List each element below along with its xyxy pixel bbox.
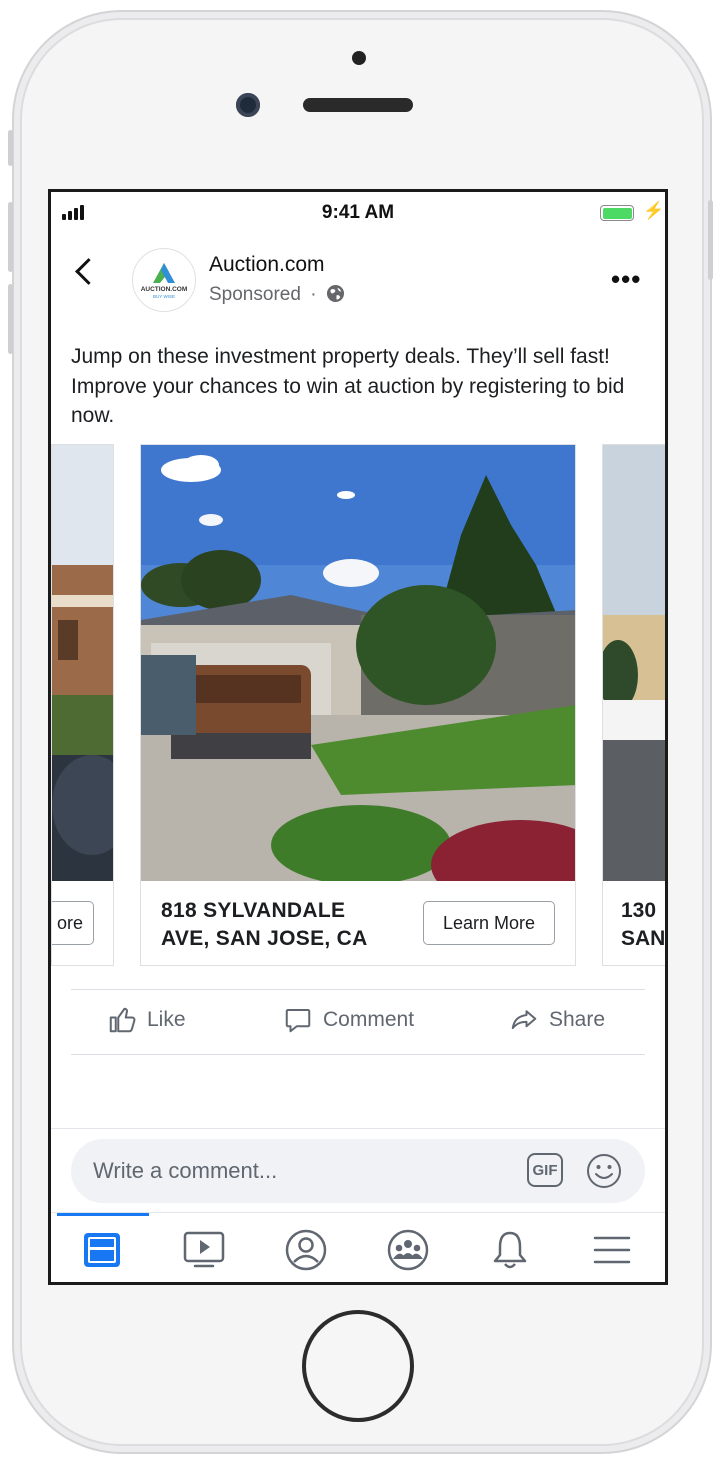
separator: ·	[310, 284, 317, 305]
comment-button[interactable]: Comment	[283, 1000, 414, 1040]
comment-placeholder: Write a comment...	[93, 1158, 278, 1183]
comment-bar: Write a comment... GIF	[51, 1128, 665, 1213]
share-button[interactable]: Share	[509, 1000, 605, 1040]
volume-down-button	[8, 284, 13, 354]
property-image	[141, 445, 575, 881]
gif-icon[interactable]: GIF	[527, 1153, 563, 1187]
globe-icon	[326, 284, 344, 303]
divider-bottom	[71, 1054, 645, 1055]
charging-icon: ⚡	[643, 201, 665, 220]
avatar[interactable]: AUCTION.COM BUY WISE	[132, 248, 196, 312]
sponsored-text: Sponsored	[209, 284, 301, 305]
svg-text:BUY WISE: BUY WISE	[153, 294, 175, 299]
share-label: Share	[549, 1008, 606, 1031]
status-bar: 9:41 AM ⚡	[51, 192, 665, 236]
thumbs-up-icon	[109, 1007, 136, 1033]
carousel-card-next[interactable]: 130 SAN	[602, 444, 666, 966]
news-feed-icon	[84, 1232, 120, 1267]
earpiece-speaker	[303, 98, 413, 112]
share-icon	[511, 1010, 537, 1030]
status-time: 9:41 AM	[321, 202, 395, 223]
more-options-icon[interactable]: •••	[611, 264, 641, 295]
comment-icon	[285, 1009, 311, 1033]
tab-profile[interactable]	[255, 1213, 357, 1282]
auction-logo-icon: AUCTION.COM BUY WISE	[141, 263, 188, 299]
carousel-card-prev[interactable]: ore	[51, 444, 114, 966]
power-button	[708, 200, 713, 280]
learn-more-button-prev[interactable]: ore	[52, 901, 94, 945]
mute-switch	[8, 130, 13, 166]
property-address-next: 130 SAN	[621, 899, 666, 950]
tab-menu[interactable]	[561, 1213, 663, 1282]
learn-more-button[interactable]: Learn More	[423, 901, 555, 945]
svg-text:AUCTION.COM: AUCTION.COM	[141, 286, 188, 293]
front-camera	[236, 93, 260, 117]
like-button[interactable]: Like	[107, 1000, 186, 1040]
property-image-prev	[52, 445, 113, 881]
post-text: Jump on these investment property deals.…	[71, 345, 625, 427]
property-image-next	[603, 445, 665, 881]
emoji-icon[interactable]	[586, 1153, 622, 1189]
back-icon[interactable]	[75, 258, 102, 285]
screen: 9:41 AM ⚡ AUCTION.COM BUY WISE Auction.c…	[48, 189, 668, 1285]
comment-label: Comment	[323, 1008, 415, 1031]
carousel-card-current[interactable]: 818 SYLVANDALE AVE, SAN JOSE, CA Learn M…	[140, 444, 576, 966]
tab-bar	[51, 1212, 665, 1282]
battery-icon	[600, 205, 634, 221]
watch-icon	[183, 1231, 225, 1267]
property-address: 818 SYLVANDALE AVE, SAN JOSE, CA	[161, 899, 368, 950]
tab-news-feed[interactable]	[51, 1213, 153, 1282]
home-button[interactable]	[302, 1310, 414, 1422]
bell-icon	[493, 1231, 527, 1268]
sponsored-label: Sponsored ·	[209, 284, 345, 306]
divider-top	[71, 989, 645, 990]
proximity-sensor	[352, 51, 366, 65]
menu-icon	[593, 1236, 631, 1263]
comment-input[interactable]: Write a comment... GIF	[71, 1139, 645, 1203]
tab-watch[interactable]	[153, 1213, 255, 1282]
tab-groups[interactable]	[357, 1213, 459, 1282]
page-name[interactable]: Auction.com	[209, 253, 325, 277]
tab-notifications[interactable]	[459, 1213, 561, 1282]
like-label: Like	[147, 1008, 186, 1031]
groups-icon	[387, 1229, 429, 1270]
volume-up-button	[8, 202, 13, 272]
profile-icon	[285, 1229, 327, 1270]
